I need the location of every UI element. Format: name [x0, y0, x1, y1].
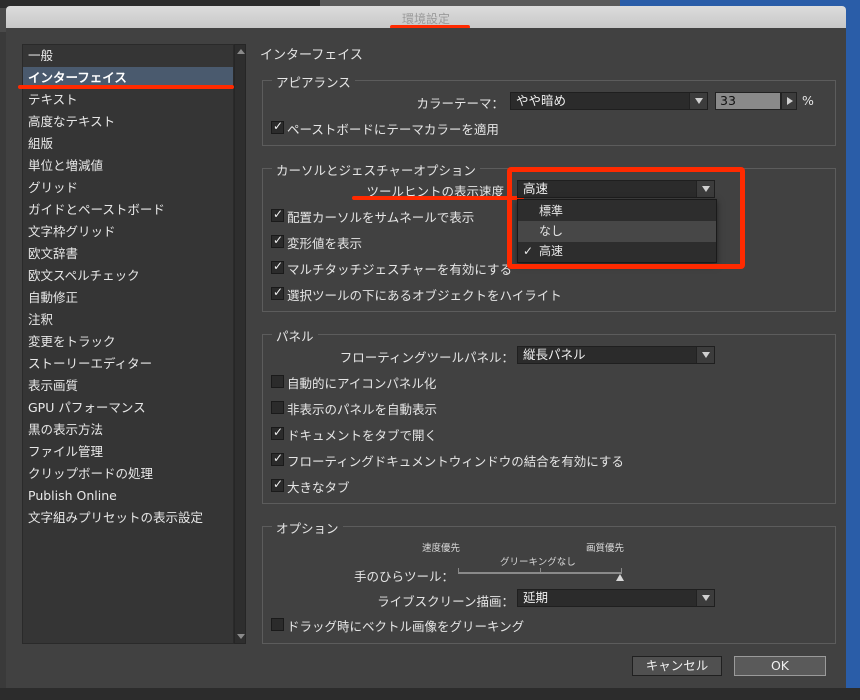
sidebar-item-mojikumi[interactable]: 文字組みプリセットの表示設定: [23, 507, 233, 529]
tabs-label: ドキュメントをタブで開く: [287, 428, 438, 443]
multitouch-label: マルチタッチジェスチャーを有効にする: [287, 262, 513, 277]
sidebar-item-text[interactable]: テキスト: [23, 89, 233, 111]
tooltip-annotation-line: [352, 196, 524, 200]
auto-show-checkbox[interactable]: [271, 401, 284, 414]
pasteboard-checkbox[interactable]: [271, 119, 284, 134]
speed-priority-label: 速度優先: [422, 543, 461, 554]
highlight-label: 選択ツールの下にあるオブジェクトをハイライト: [287, 288, 562, 303]
percent-label: %: [802, 93, 814, 108]
sidebar-item-file-handling[interactable]: ファイル管理: [23, 441, 233, 463]
ok-button[interactable]: OK: [734, 656, 826, 676]
highlight-checkbox[interactable]: [271, 285, 284, 300]
sidebar-item-dictionary[interactable]: 欧文辞書: [23, 243, 233, 265]
transform-label: 変形値を表示: [287, 236, 363, 251]
page-title: インターフェイス: [260, 48, 363, 63]
live-draw-dropdown[interactable]: 延期: [517, 589, 715, 607]
hand-tool-slider-thumb[interactable]: [616, 574, 624, 581]
sidebar-item-advanced-text[interactable]: 高度なテキスト: [23, 111, 233, 133]
sidebar-item-spelling[interactable]: 欧文スペルチェック: [23, 265, 233, 287]
no-greeking-label: グリーキングなし: [500, 557, 576, 568]
desktop-strip-right: [846, 28, 860, 700]
floating-panel-dropdown[interactable]: 縦長パネル: [517, 346, 715, 364]
color-theme-value: やや暗め: [516, 93, 567, 108]
sidebar-item-story-editor[interactable]: ストーリーエディター: [23, 353, 233, 375]
auto-show-label: 非表示のパネルを自動表示: [287, 402, 438, 417]
greek-label: ドラッグ時にベクトル画像をグリーキング: [287, 619, 525, 634]
color-theme-label: カラーテーマ：: [416, 96, 504, 111]
pasteboard-label: ペーストボードにテーマカラーを適用: [287, 122, 499, 137]
live-draw-value: 延期: [523, 590, 549, 605]
sidebar-item-grids[interactable]: グリッド: [23, 177, 233, 199]
multitouch-checkbox[interactable]: [271, 259, 284, 274]
desktop-strip-bottom: [0, 688, 860, 700]
docking-checkbox[interactable]: [271, 451, 284, 466]
options-group-label: オプション: [272, 518, 343, 537]
auto-collapse-label: 自動的にアイコンパネル化: [287, 376, 437, 391]
sidebar-item-track-changes[interactable]: 変更をトラック: [23, 331, 233, 353]
sidebar-item-units[interactable]: 単位と増減値: [23, 155, 233, 177]
appearance-group-label: アピアランス: [272, 72, 355, 91]
greek-checkbox[interactable]: [271, 618, 284, 631]
large-tabs-checkbox[interactable]: [271, 477, 284, 492]
sidebar-item-autocorrect[interactable]: 自動修正: [23, 287, 233, 309]
docking-label: フローティングドキュメントウィンドウの結合を有効にする: [287, 454, 624, 469]
annotation-highlight-box: [507, 167, 745, 269]
slider-tick-start: [458, 568, 459, 574]
thumbnail-label: 配置カーソルをサムネールで表示: [287, 210, 475, 225]
sidebar: 一般 インターフェイス テキスト 高度なテキスト 組版 単位と増減値 グリッド …: [22, 44, 234, 644]
cursor-group-label: カーソルとジェスチャーオプション: [272, 160, 480, 179]
color-theme-dropdown[interactable]: やや暗め: [510, 92, 708, 110]
panel-group-label: パネル: [272, 326, 318, 345]
brightness-input[interactable]: 33: [715, 92, 781, 110]
hand-tool-label: 手のひらツール：: [353, 569, 454, 584]
sidebar-annotation-line: [18, 85, 234, 89]
sidebar-item-general[interactable]: 一般: [23, 45, 233, 67]
large-tabs-label: 大きなタブ: [287, 480, 350, 495]
chevron-down-icon: [696, 590, 714, 606]
sidebar-item-clipboard[interactable]: クリップボードの処理: [23, 463, 233, 485]
chevron-down-icon: [689, 93, 707, 109]
sidebar-item-black[interactable]: 黒の表示方法: [23, 419, 233, 441]
sidebar-item-composition[interactable]: 組版: [23, 133, 233, 155]
floating-panel-value: 縦長パネル: [523, 347, 586, 362]
sidebar-item-publish-online[interactable]: Publish Online: [23, 485, 233, 507]
live-draw-label: ライブスクリーン描画：: [377, 594, 514, 609]
quality-priority-label: 画質優先: [586, 543, 625, 554]
sidebar-item-frame-grid[interactable]: 文字枠グリッド: [23, 221, 233, 243]
brightness-stepper[interactable]: [781, 92, 797, 110]
sidebar-scrollbar[interactable]: [234, 44, 246, 644]
auto-collapse-checkbox[interactable]: [271, 375, 284, 388]
chevron-down-icon: [696, 347, 714, 363]
tabs-checkbox[interactable]: [271, 425, 284, 440]
cancel-button[interactable]: キャンセル: [632, 656, 722, 676]
thumbnail-checkbox[interactable]: [271, 207, 284, 222]
scroll-down-icon[interactable]: [237, 634, 245, 639]
scroll-up-icon[interactable]: [237, 49, 245, 54]
transform-checkbox[interactable]: [271, 233, 284, 248]
sidebar-item-guides[interactable]: ガイドとペーストボード: [23, 199, 233, 221]
sidebar-item-display-quality[interactable]: 表示画質: [23, 375, 233, 397]
floating-panel-label: フローティングツールパネル：: [339, 350, 514, 365]
sidebar-item-notes[interactable]: 注釈: [23, 309, 233, 331]
sidebar-item-gpu[interactable]: GPU パフォーマンス: [23, 397, 233, 419]
slider-tick-mid: [540, 568, 541, 574]
